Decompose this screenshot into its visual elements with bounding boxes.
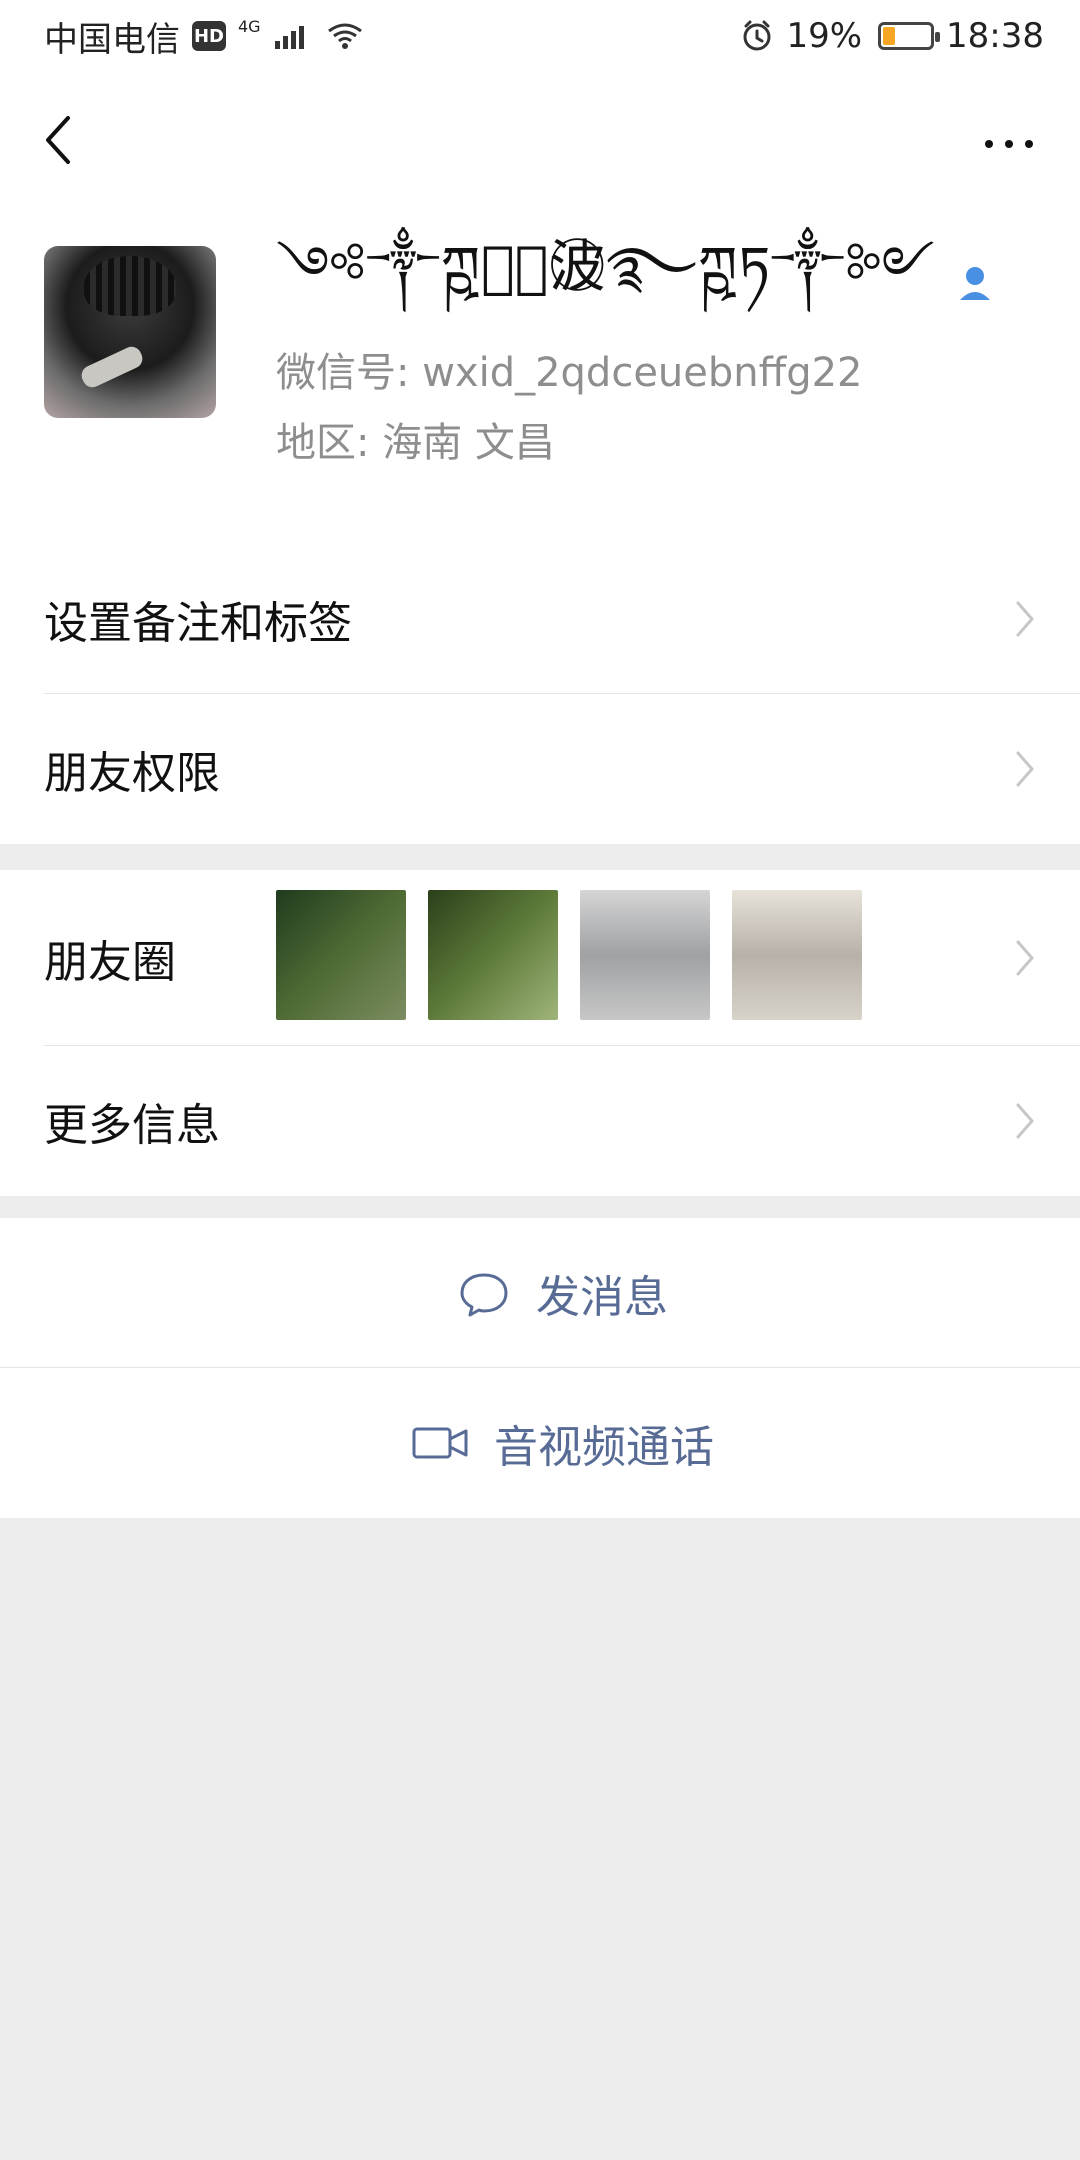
status-right: 19% 18:38 xyxy=(740,16,1044,56)
region-value: 海南 文昌 xyxy=(382,420,555,466)
network-type: 4G xyxy=(238,16,261,36)
chevron-right-icon xyxy=(1016,751,1034,787)
wechat-id: 微信号: wxid_2qdceuebnffg22 xyxy=(276,340,862,398)
avatar[interactable] xyxy=(44,246,216,418)
status-bar: 中国电信 HD 4G 19% 18:38 xyxy=(0,0,1080,72)
video-call-button[interactable]: 音视频通话 xyxy=(0,1368,1080,1518)
profile-header: ༺༒ཀྵ࿐⃝波⃝࿐ཀྵཏ༒༻ 微信号: wxid_2qdceuebnffg22 … xyxy=(0,72,1080,544)
region: 地区: 海南 文昌 xyxy=(276,410,555,468)
video-camera-icon xyxy=(412,1427,468,1459)
wifi-icon xyxy=(327,23,362,49)
moment-thumbnail[interactable] xyxy=(428,890,558,1020)
moments-label: 朋友圈 xyxy=(44,937,176,988)
profile-settings-section: 设置备注和标签 朋友权限 xyxy=(0,544,1080,844)
chevron-right-icon xyxy=(1016,1103,1034,1139)
moments-thumbnails xyxy=(276,890,862,1020)
moments-cell[interactable]: 朋友圈 xyxy=(0,870,1080,1046)
more-info-label: 更多信息 xyxy=(44,1100,220,1151)
actions-section: 发消息 音视频通话 xyxy=(0,1218,1080,1518)
hd-badge: HD xyxy=(192,21,226,51)
moment-thumbnail[interactable] xyxy=(732,890,862,1020)
alarm-clock-icon xyxy=(743,20,771,51)
moment-thumbnail[interactable] xyxy=(276,890,406,1020)
set-remark-tags-cell[interactable]: 设置备注和标签 xyxy=(0,544,1080,694)
clock-time: 18:38 xyxy=(946,16,1044,56)
avatar-beak xyxy=(78,343,146,391)
video-call-label: 音视频通话 xyxy=(494,1422,714,1473)
chevron-right-icon xyxy=(1016,601,1034,637)
more-options-button[interactable] xyxy=(974,116,1044,172)
signal-icon xyxy=(274,26,304,49)
back-arrow-icon xyxy=(46,116,70,164)
friend-permissions-label: 朋友权限 xyxy=(44,748,220,799)
name-line: ༺༒ཀྵ࿐⃝波⃝࿐ཀྵཏ༒༻ xyxy=(276,235,998,328)
more-dots-icon xyxy=(985,140,1033,148)
back-button[interactable] xyxy=(34,112,82,168)
wechat-id-label: 微信号: xyxy=(276,350,410,396)
chevron-right-icon xyxy=(1016,940,1034,976)
battery-percent: 19% xyxy=(786,16,863,56)
avatar-crest xyxy=(84,256,176,316)
battery-icon xyxy=(878,22,941,50)
moment-thumbnail[interactable] xyxy=(580,890,710,1020)
more-info-cell[interactable]: 更多信息 xyxy=(0,1046,1080,1196)
contact-user-icon xyxy=(959,267,990,300)
carrier-name: 中国电信 xyxy=(44,19,180,60)
display-name: ༺༒ཀྵ࿐⃝波⃝࿐ཀྵཏ༒༻ xyxy=(276,235,936,300)
friend-permissions-cell[interactable]: 朋友权限 xyxy=(0,694,1080,844)
send-message-button[interactable]: 发消息 xyxy=(0,1218,1080,1368)
status-left: 中国电信 HD 4G xyxy=(44,12,365,61)
send-message-label: 发消息 xyxy=(536,1272,668,1323)
profile-content-section: 朋友圈 更多信息 xyxy=(0,870,1080,1196)
region-label: 地区: xyxy=(276,420,370,466)
wechat-id-value: wxid_2qdceuebnffg22 xyxy=(422,350,863,396)
message-bubble-icon xyxy=(460,1273,508,1317)
set-remark-tags-label: 设置备注和标签 xyxy=(44,598,352,649)
